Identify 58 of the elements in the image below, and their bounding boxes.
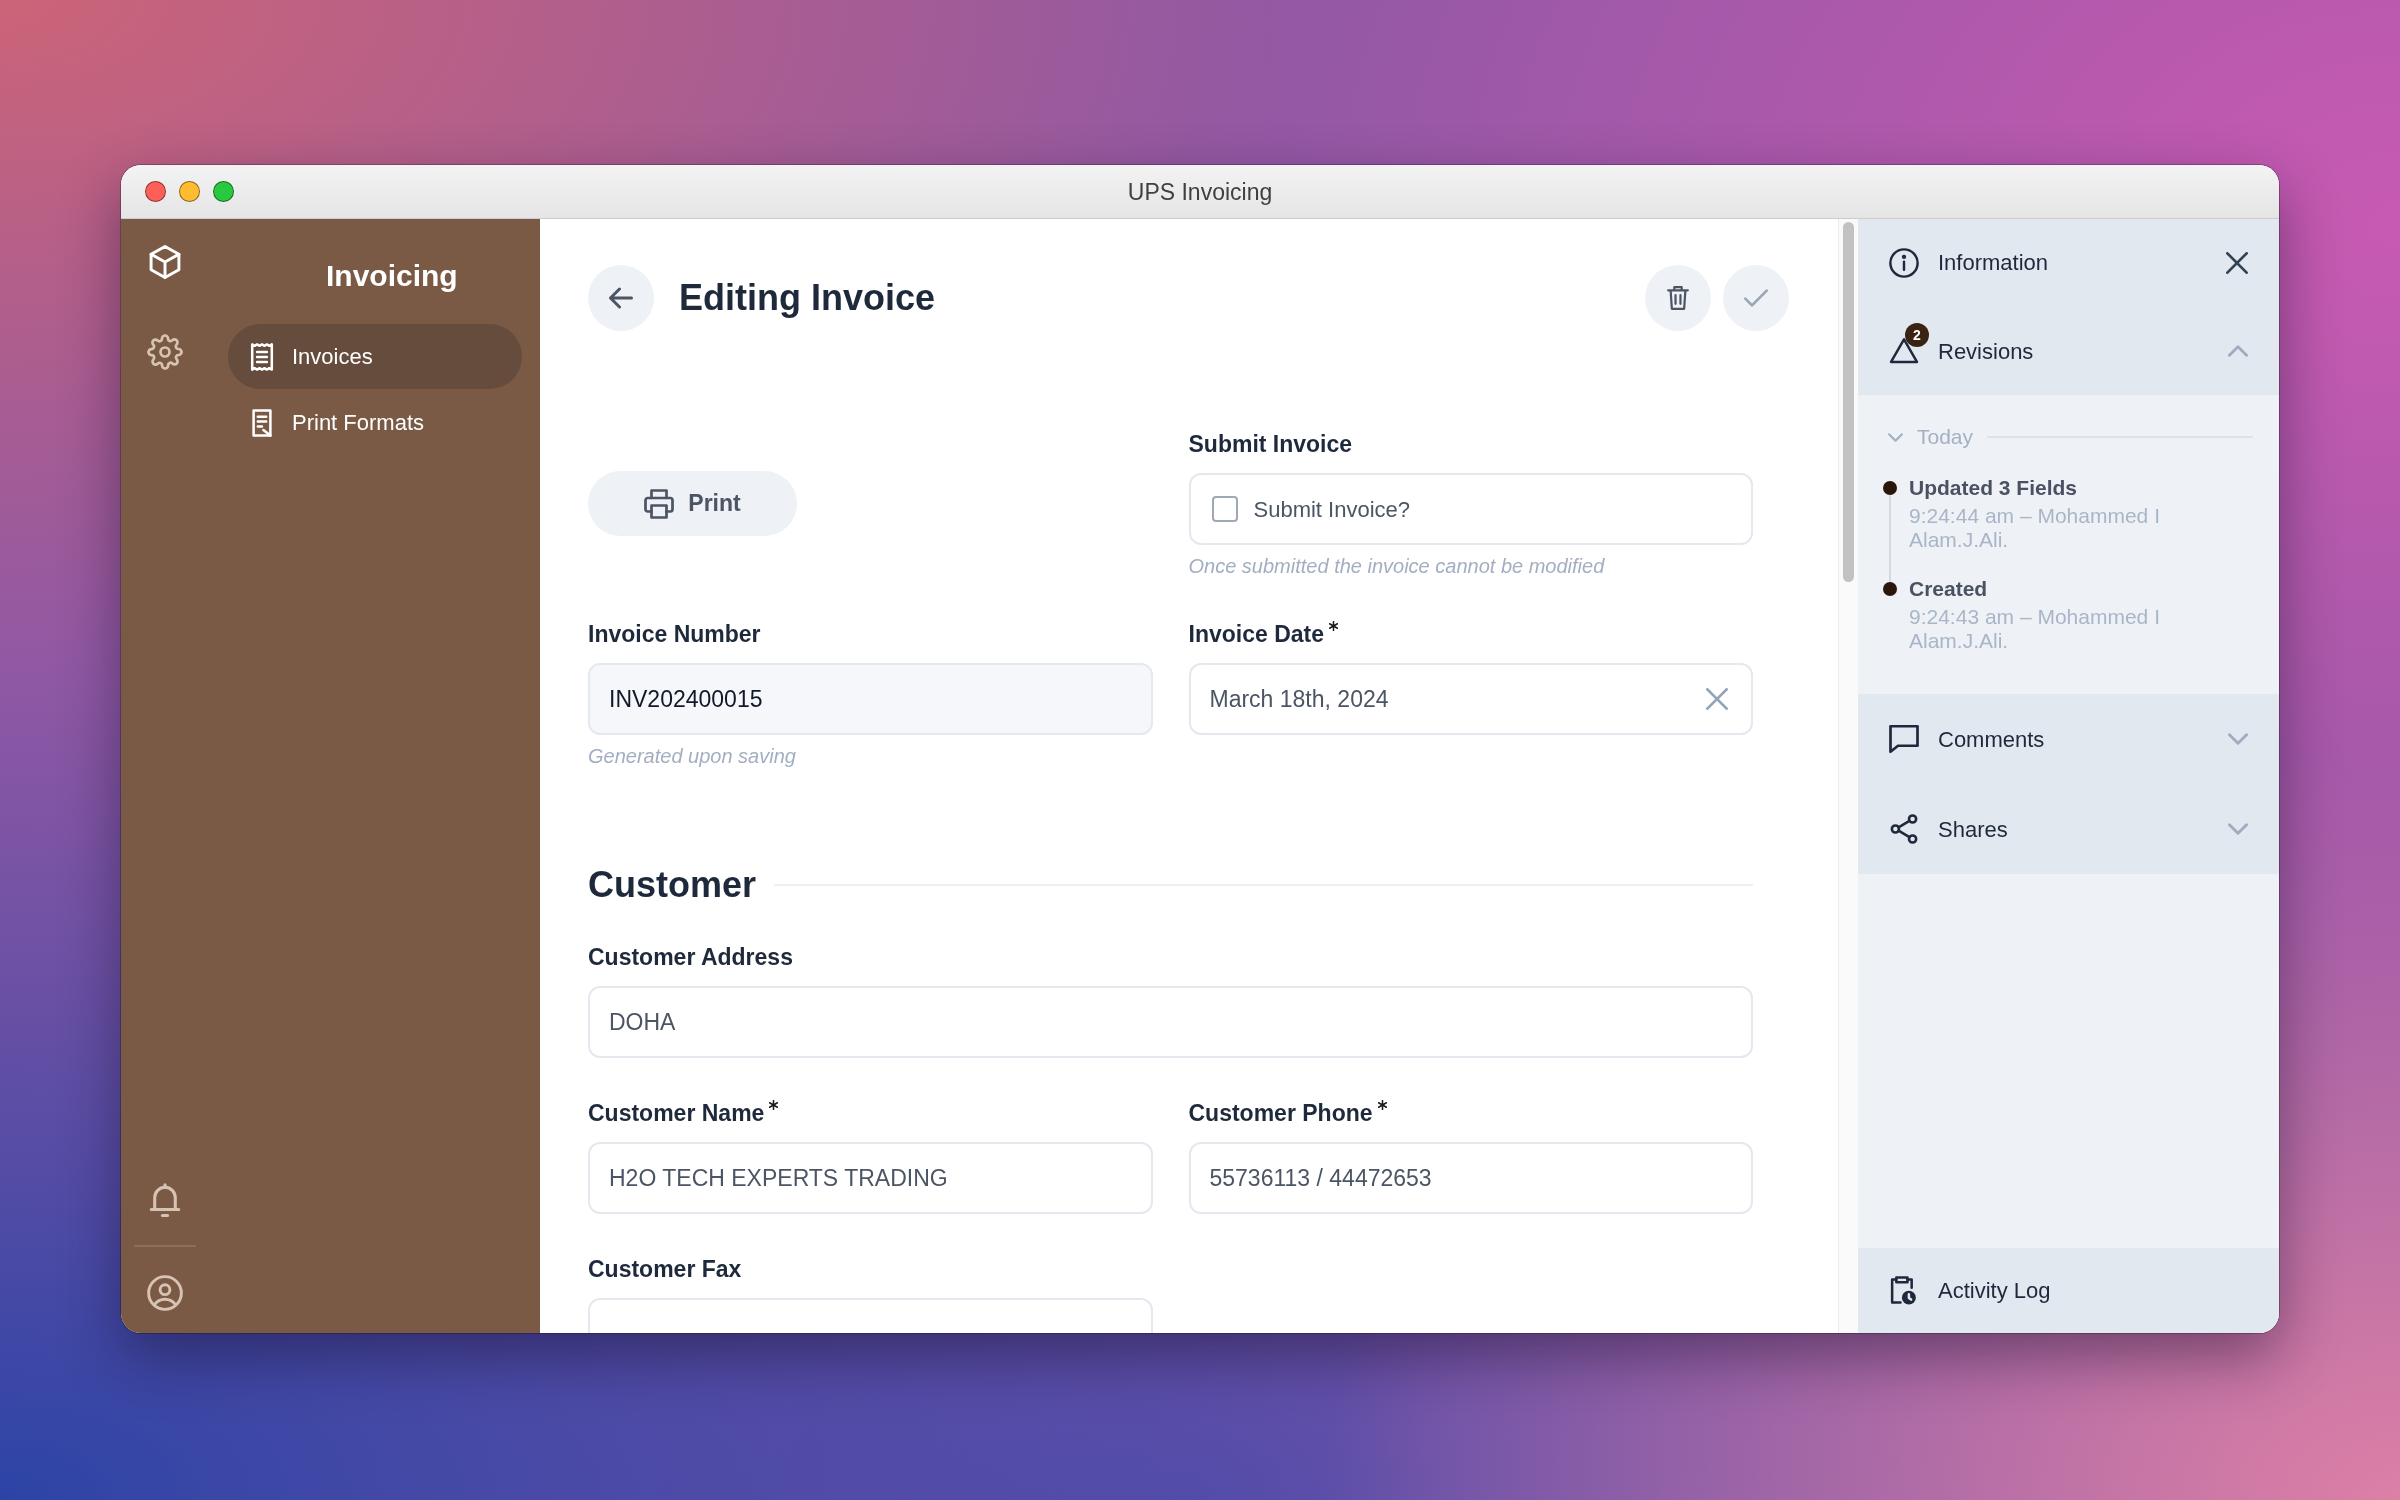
panel-title: Information [1938,249,2049,277]
user-icon[interactable] [147,1275,183,1311]
printer-icon [644,488,675,519]
page-title: Editing Invoice [679,276,936,320]
section-toggle[interactable]: Shares [1858,784,2279,874]
sidebar-item[interactable]: Invoices [228,324,522,389]
revision-title: Updated 3 Fields [1909,475,2079,501]
document-icon [249,408,275,437]
revision-title: Created [1909,576,1989,602]
field-label: Invoice Date [1188,620,1324,649]
clipboard-clock-icon [1889,1275,1919,1306]
window-zoom-button[interactable] [213,181,234,202]
count-badge: 2 [1905,323,1929,347]
print-button[interactable]: Print [588,471,797,536]
share-icon [1889,814,1919,844]
timeline-dot [1883,481,1897,495]
window-minimize-button[interactable] [179,181,200,202]
arrow-left-icon [609,286,633,310]
clear-icon[interactable] [1706,688,1728,710]
revision-detail: 9:24:44 am – Mohammed I Alam.J.Ali. [1909,504,2161,552]
activity-log-button[interactable]: Activity Log [1858,1248,2279,1333]
revision-detail: 9:24:43 am – Mohammed I Alam.J.Ali. [1909,605,2161,653]
section-toggle[interactable]: Comments [1858,694,2279,784]
close-icon[interactable] [2226,252,2248,274]
timeline-dot [1883,582,1897,596]
app-title: Invoicing [325,258,459,294]
section-heading: Customer [588,863,757,907]
text-field[interactable]: 55736113 / 44472653 [1188,1142,1753,1214]
text-field[interactable]: INV202400015 [588,663,1153,735]
checkbox[interactable] [1211,496,1238,522]
section-toggle[interactable]: 2 Revisions [1858,307,2279,395]
cube-icon[interactable] [147,244,183,280]
info-icon [1889,248,1919,278]
scrollbar-thumb[interactable] [1843,222,1854,582]
chevron-down-icon[interactable] [1888,432,1903,442]
field-label: Customer Fax [588,1255,742,1284]
field-label: Customer Phone [1188,1099,1373,1128]
text-field[interactable]: H2O TECH EXPERTS TRADING [588,1142,1153,1214]
scrollbar[interactable] [1838,219,1858,1333]
check-icon [1744,286,1768,310]
speech-bubble-icon [1889,724,1919,754]
receipt-icon [249,342,275,371]
field-hint: Once submitted the invoice cannot be modified [1188,554,1606,579]
field-hint: Generated upon saving [588,744,797,769]
sidebar-item[interactable]: Print Formats [228,390,522,455]
bell-icon[interactable] [147,1183,183,1219]
checkbox-field[interactable]: Submit Invoice? [1188,473,1753,545]
field-label: Customer Address [588,943,793,972]
trash-icon [1666,286,1690,310]
field-label: Submit Invoice [1188,430,1353,459]
field-label: Customer Name [588,1099,765,1128]
window-close-button[interactable] [145,181,166,202]
settings-icon[interactable] [147,334,183,370]
group-heading: Today [1917,424,1974,450]
window-title: UPS Invoicing [1127,177,1273,207]
text-field[interactable]: DOHA [588,986,1753,1058]
date-field[interactable]: March 18th, 2024 [1188,663,1753,735]
field-label: Invoice Number [588,620,761,649]
